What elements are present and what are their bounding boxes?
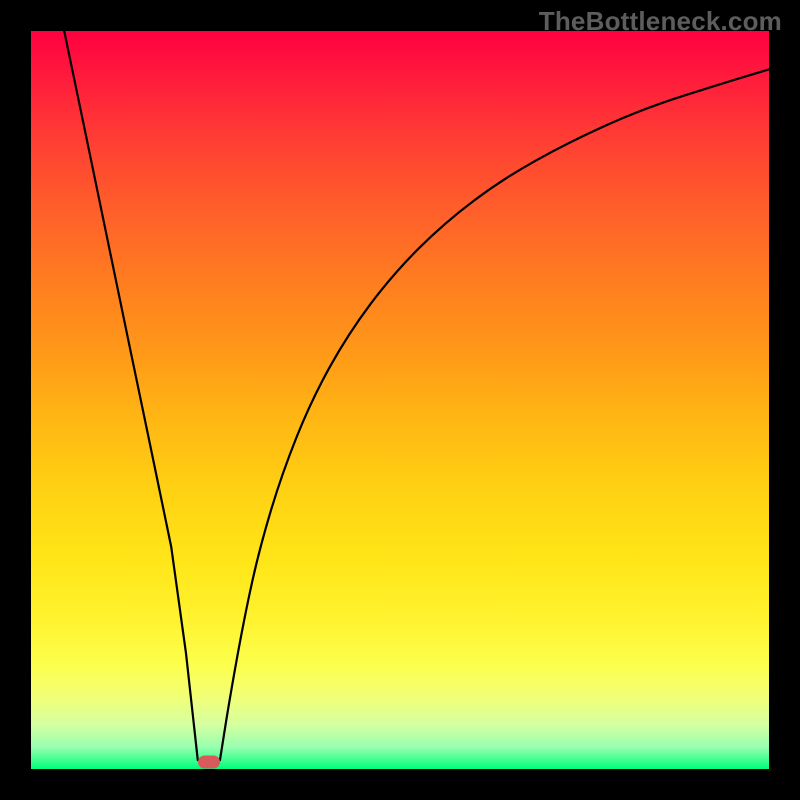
plot-area bbox=[31, 31, 769, 769]
watermark-text: TheBottleneck.com bbox=[539, 6, 782, 37]
optimal-marker bbox=[198, 755, 220, 768]
bottleneck-curve bbox=[31, 31, 769, 769]
curve-right bbox=[220, 69, 769, 760]
chart-frame: TheBottleneck.com bbox=[0, 0, 800, 800]
curve-left bbox=[64, 31, 198, 760]
